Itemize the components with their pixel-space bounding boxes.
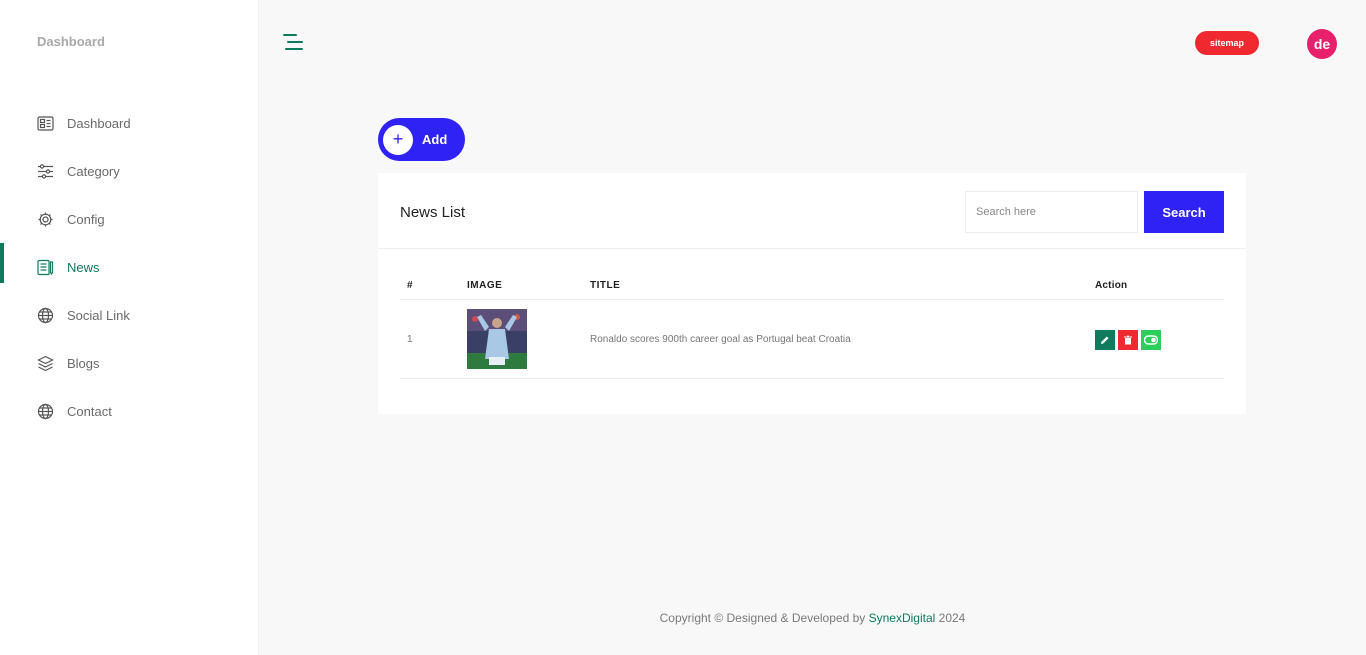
hamburger-menu-icon[interactable] bbox=[283, 33, 303, 51]
footer-brand-link[interactable]: SynexDigital bbox=[869, 611, 936, 625]
footer-copyright: Copyright © Designed & Developed by bbox=[659, 611, 866, 625]
footer-year: 2024 bbox=[938, 611, 966, 625]
search-input[interactable] bbox=[965, 191, 1138, 233]
sidebar-item-category[interactable]: Category bbox=[0, 147, 259, 195]
column-header-image: IMAGE bbox=[467, 280, 503, 291]
sidebar-item-label: Category bbox=[67, 163, 120, 179]
sidebar-item-news[interactable]: News bbox=[0, 243, 259, 291]
sidebar-item-blogs[interactable]: Blogs bbox=[0, 339, 259, 387]
topbar: sitemap de bbox=[259, 0, 1366, 85]
trash-icon bbox=[1124, 335, 1132, 345]
delete-button[interactable] bbox=[1118, 330, 1138, 350]
news-thumbnail bbox=[467, 309, 527, 369]
card-title: News List bbox=[400, 204, 466, 221]
add-button-label: Add bbox=[422, 132, 448, 147]
sidebar-brand: Dashboard bbox=[37, 34, 105, 49]
sidebar-item-contact[interactable]: Contact bbox=[0, 387, 259, 435]
sidebar: Dashboard Dashboard Category Config News bbox=[0, 0, 259, 655]
sitemap-button[interactable]: sitemap bbox=[1195, 31, 1259, 55]
avatar[interactable]: de bbox=[1307, 29, 1337, 59]
gear-icon bbox=[37, 211, 54, 228]
sidebar-item-label: Blogs bbox=[67, 355, 100, 371]
globe-icon bbox=[37, 307, 54, 324]
sliders-icon bbox=[37, 163, 54, 180]
table-row: 1 Ronaldo scores 900th career goal as Po… bbox=[400, 300, 1224, 379]
search-button[interactable]: Search bbox=[1144, 191, 1224, 233]
news-table: # IMAGE TITLE Action 1 Ronaldo scores 90… bbox=[400, 269, 1224, 379]
edit-button[interactable] bbox=[1095, 330, 1115, 350]
sidebar-item-label: News bbox=[67, 259, 100, 275]
card-header: News List Search bbox=[378, 173, 1246, 249]
sidebar-item-label: Dashboard bbox=[67, 115, 131, 131]
add-news-button[interactable]: + Add bbox=[378, 118, 465, 161]
column-header-title: TITLE bbox=[590, 280, 621, 291]
sidebar-nav: Dashboard Category Config News Social Li… bbox=[0, 99, 259, 435]
toggle-icon bbox=[1144, 335, 1158, 345]
layers-icon bbox=[37, 355, 54, 372]
news-list-card: News List Search # IMAGE TITLE Action 1 bbox=[378, 173, 1246, 414]
globe-icon bbox=[37, 403, 54, 420]
table-header: # IMAGE TITLE Action bbox=[400, 269, 1224, 300]
status-toggle[interactable] bbox=[1141, 330, 1161, 350]
column-header-action: Action bbox=[1095, 280, 1128, 291]
row-actions bbox=[1095, 330, 1161, 350]
row-title: Ronaldo scores 900th career goal as Port… bbox=[590, 334, 851, 345]
pencil-icon bbox=[1101, 336, 1109, 344]
sidebar-item-config[interactable]: Config bbox=[0, 195, 259, 243]
sidebar-item-social-link[interactable]: Social Link bbox=[0, 291, 259, 339]
row-index: 1 bbox=[407, 334, 413, 345]
dashboard-icon bbox=[37, 115, 54, 132]
sidebar-item-dashboard[interactable]: Dashboard bbox=[0, 99, 259, 147]
column-header-index: # bbox=[407, 280, 414, 291]
sidebar-item-label: Social Link bbox=[67, 307, 130, 323]
footer: Copyright © Designed & Developed by Syne… bbox=[259, 611, 1366, 625]
sidebar-item-label: Config bbox=[67, 211, 105, 227]
sidebar-item-label: Contact bbox=[67, 403, 112, 419]
plus-icon: + bbox=[383, 124, 413, 155]
news-icon bbox=[37, 259, 54, 276]
